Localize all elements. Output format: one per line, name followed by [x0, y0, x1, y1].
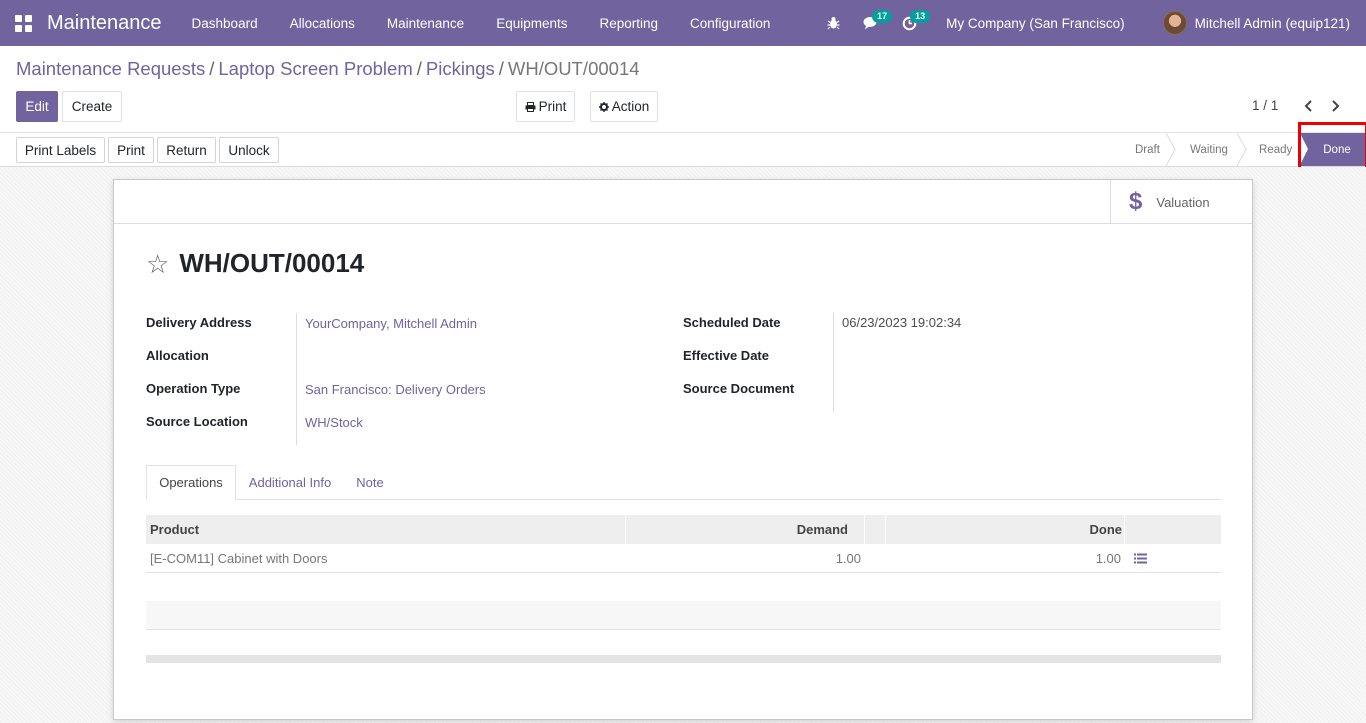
table-footer [146, 655, 1221, 663]
allocation-label: Allocation [146, 348, 209, 363]
dollar-icon: $ [1129, 188, 1143, 215]
print-button[interactable]: Print [108, 137, 154, 163]
messages-icon[interactable]: 17 [852, 0, 893, 46]
app-name[interactable]: Maintenance [47, 12, 162, 35]
stage-draft: Draft [1135, 143, 1160, 156]
avatar [1162, 11, 1187, 35]
menu-allocations[interactable]: Allocations [274, 0, 371, 46]
pager-value[interactable]: 1 / 1 [1252, 98, 1278, 113]
scheduled-date-label: Scheduled Date [683, 315, 781, 330]
smart-button-box: $ Valuation [114, 180, 1252, 224]
delivery-address-label: Delivery Address [146, 315, 252, 330]
activities-count-badge: 13 [910, 10, 931, 23]
table-row[interactable]: [E-COM11] Cabinet with Doors 1.00 1.00 [146, 544, 1221, 573]
top-navbar: Maintenance Dashboard Allocations Mainte… [0, 0, 1366, 46]
return-button[interactable]: Return [157, 137, 216, 163]
breadcrumb-laptop-screen-problem[interactable]: Laptop Screen Problem [218, 58, 412, 80]
menu-maintenance[interactable]: Maintenance [371, 0, 480, 46]
breadcrumb-current: WH/OUT/00014 [507, 58, 640, 79]
row-done: 1.00 [1095, 550, 1121, 566]
row-demand: 1.00 [835, 550, 861, 566]
pager-next-icon[interactable] [1322, 94, 1348, 118]
operation-type-label: Operation Type [146, 381, 241, 396]
table-row-empty [146, 601, 1221, 630]
row-product: [E-COM11] Cabinet with Doors [150, 550, 328, 566]
statusbar: Print Labels Print Return Unlock Draft W… [0, 132, 1366, 167]
menu-equipments[interactable]: Equipments [480, 0, 583, 46]
breadcrumb-separator: / [416, 58, 422, 79]
stage-separator [1165, 133, 1176, 166]
print-labels-button[interactable]: Print Labels [16, 137, 105, 163]
column-done[interactable]: Done [886, 515, 1123, 544]
stage-ready: Ready [1259, 143, 1293, 156]
title-row: ☆ WH/OUT/00014 [146, 248, 364, 279]
apps-menu-icon[interactable] [0, 0, 46, 46]
activities-clock-icon[interactable]: 13 [890, 0, 931, 46]
breadcrumb-separator: / [209, 58, 215, 79]
breadcrumb: Maintenance Requests / Laptop Screen Pro… [16, 58, 640, 80]
detailed-operations-list-icon[interactable] [1134, 544, 1147, 572]
user-name: Mitchell Admin (equip121) [1194, 15, 1350, 31]
column-divider [1124, 515, 1125, 544]
tab-note[interactable]: Note [344, 465, 396, 500]
valuation-label: Valuation [1156, 194, 1210, 210]
column-divider [864, 515, 865, 544]
operation-type-value[interactable]: San Francisco: Delivery Orders [305, 382, 486, 397]
pager-previous-icon[interactable] [1295, 94, 1321, 118]
delivery-address-value[interactable]: YourCompany, Mitchell Admin [305, 316, 477, 331]
menu-dashboard[interactable]: Dashboard [176, 0, 274, 46]
notebook-tabs: Operations Additional Info Note [146, 465, 1221, 500]
menu-configuration[interactable]: Configuration [674, 0, 786, 46]
gear-icon [598, 101, 609, 112]
valuation-button[interactable]: $ Valuation [1110, 180, 1252, 224]
star-icon[interactable]: ☆ [146, 251, 169, 277]
action-label: Action [611, 99, 650, 114]
record-title: WH/OUT/00014 [179, 248, 365, 278]
user-menu[interactable]: Mitchell Admin (equip121) [1141, 11, 1366, 35]
create-button[interactable]: Create [62, 91, 122, 122]
column-product[interactable]: Product [150, 515, 199, 544]
tab-operations[interactable]: Operations [146, 465, 236, 500]
field-divider [833, 313, 834, 412]
edit-button[interactable]: Edit [16, 91, 58, 122]
source-location-label: Source Location [146, 414, 248, 429]
action-dropdown-button[interactable]: Action [590, 91, 658, 122]
messages-count-badge: 17 [872, 10, 893, 23]
printer-icon [525, 101, 536, 112]
table-header: Product Demand Done [146, 515, 1221, 544]
menu-reporting[interactable]: Reporting [583, 0, 674, 46]
company-switcher[interactable]: My Company (San Francisco) [928, 16, 1141, 31]
breadcrumb-maintenance-requests[interactable]: Maintenance Requests [16, 58, 205, 80]
stage-separator [1236, 133, 1247, 166]
source-document-label: Source Document [683, 381, 795, 396]
breadcrumb-pickings[interactable]: Pickings [426, 58, 495, 80]
source-location-value[interactable]: WH/Stock [305, 415, 363, 430]
unlock-button[interactable]: Unlock [219, 137, 279, 163]
form-sheet: $ Valuation ☆ WH/OUT/00014 Delivery Addr… [113, 179, 1253, 720]
column-demand[interactable]: Demand [626, 515, 848, 544]
print-label: Print [538, 99, 567, 114]
stage-waiting: Waiting [1190, 143, 1228, 156]
field-divider [296, 313, 297, 445]
tab-additional-info[interactable]: Additional Info [236, 465, 344, 500]
breadcrumb-separator: / [498, 58, 504, 79]
effective-date-label: Effective Date [683, 348, 769, 363]
table-row-empty [146, 573, 1221, 602]
print-dropdown-button[interactable]: Print [516, 91, 575, 122]
scheduled-date-value: 06/23/2023 19:02:34 [842, 315, 962, 330]
debug-bug-icon[interactable] [814, 0, 852, 46]
table-row-empty [146, 629, 1221, 658]
